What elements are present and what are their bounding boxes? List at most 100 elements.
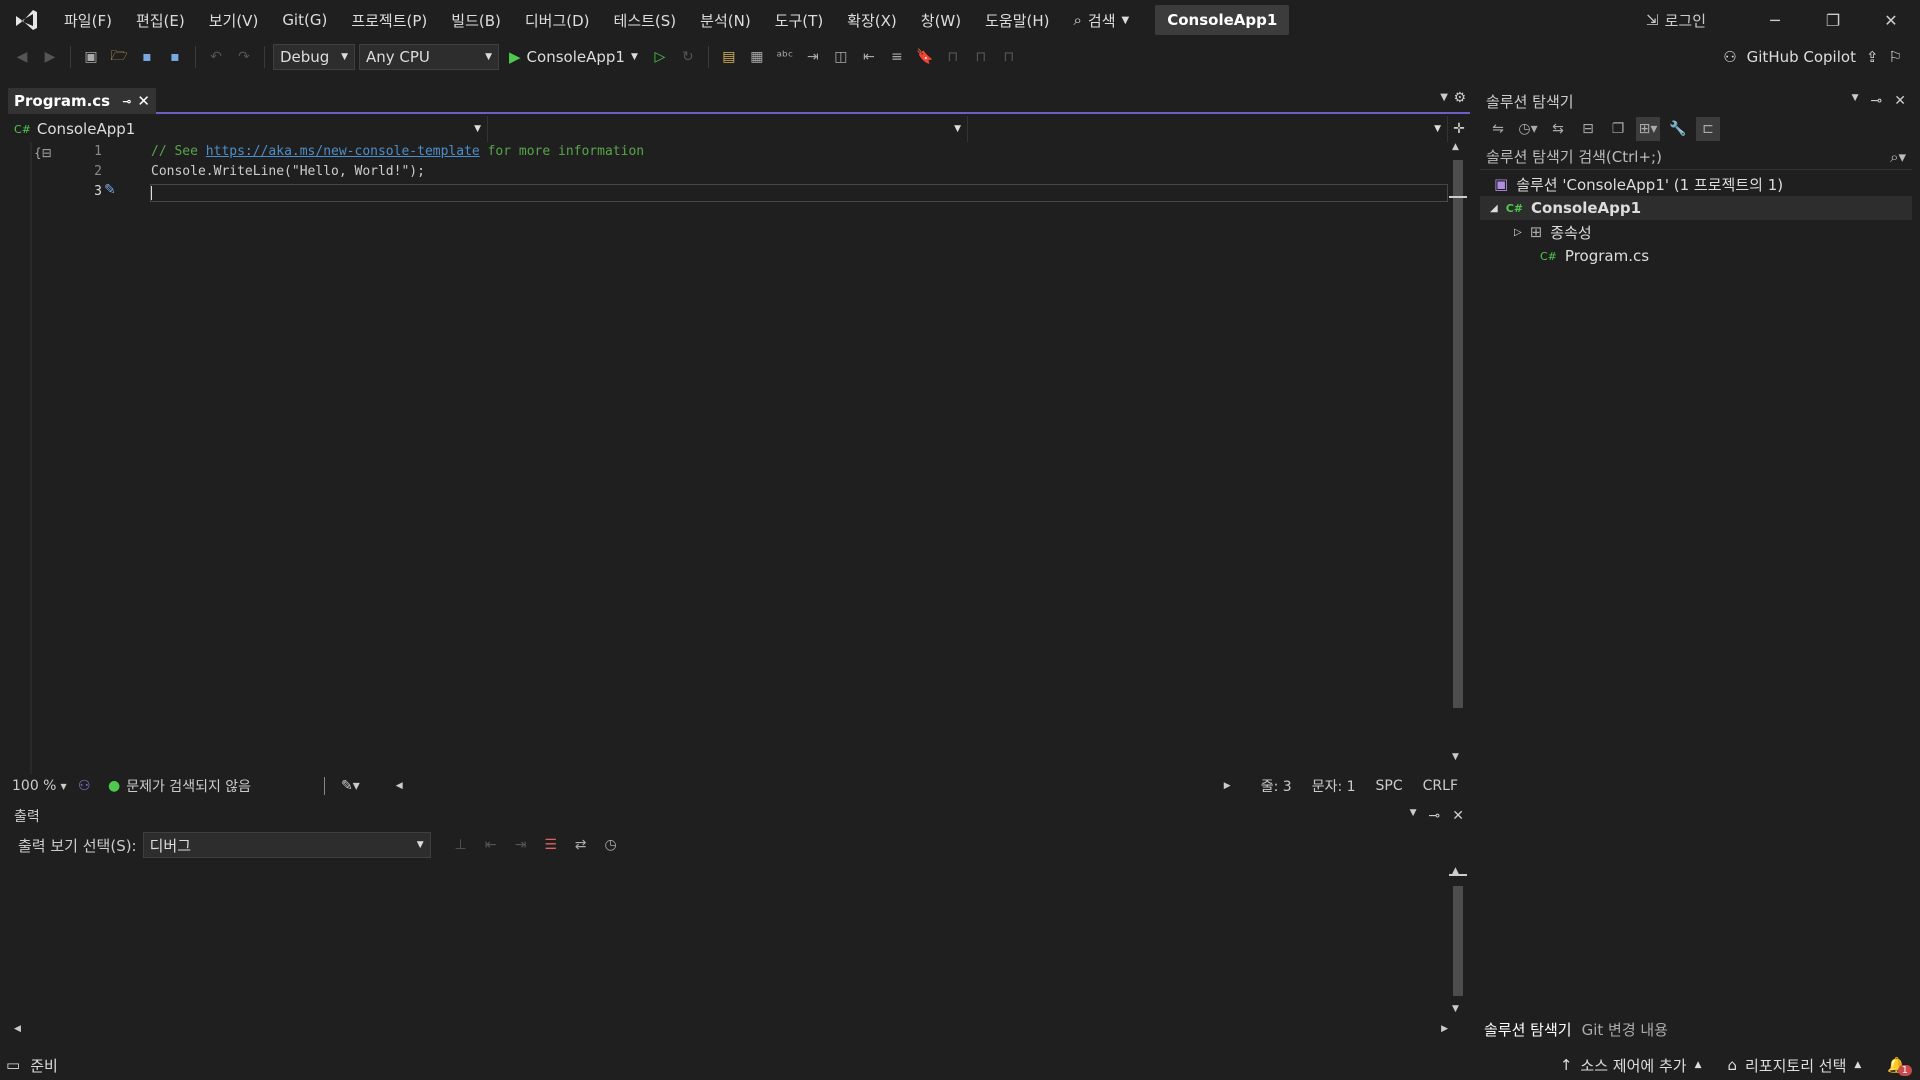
minimize-button[interactable]: ─ [1746,0,1804,40]
step-icon[interactable]: ⇥ [801,45,825,69]
split-icon[interactable]: ✛ [1448,116,1470,142]
type-navigation-select[interactable]: ▼ [488,116,968,142]
menu-item[interactable]: 창(W) [909,0,973,40]
word-wrap-icon[interactable]: ⇄ [569,833,593,857]
output-vertical-scrollbar[interactable]: ▲ ▼ [1449,864,1467,1022]
scroll-right-icon[interactable]: ▶ [1441,1024,1448,1034]
tab-list-icon[interactable]: ▼ [1440,92,1448,103]
scroll-thumb[interactable] [1453,160,1463,708]
tree-item-program-cs[interactable]: C# Program.cs [1480,244,1912,268]
code-editor[interactable]: {⊟ 1 // See https://aka.ms/new-console-t… [8,142,1448,774]
code-cleanup-icon[interactable]: ✎▾ [341,778,360,794]
menu-item[interactable]: Git(G) [270,0,339,40]
scroll-up-icon[interactable]: ▲ [1452,866,1459,876]
open-folder-icon[interactable]: 🗁 [107,45,131,69]
copilot-status-icon[interactable]: ⚇ [78,778,108,794]
char-indicator[interactable]: 문자: 1 [1312,776,1356,796]
configuration-select[interactable]: Debug ▼ [273,44,355,70]
line-indicator[interactable]: 줄: 3 [1261,776,1292,796]
indent-icon[interactable]: ⇤ [857,45,881,69]
restore-button[interactable]: ❐ [1804,0,1862,40]
menu-item[interactable]: 분석(N) [688,0,763,40]
menu-item[interactable]: 확장(X) [835,0,909,40]
collapsed-arrow-icon[interactable]: ▷ [1514,227,1522,238]
forward-icon[interactable]: ▶ [38,45,62,69]
comment-icon[interactable]: ≡ [885,45,909,69]
tree-item-project[interactable]: ◢ C# ConsoleApp1 [1480,196,1912,220]
member-navigation-select[interactable]: ▼ [968,116,1448,142]
close-tab-icon[interactable]: ✕ [137,92,150,110]
zoom-select[interactable]: 100 % ▼ [8,778,78,794]
pin-icon[interactable]: ⊸ [1429,808,1441,824]
menu-item[interactable]: 도움말(H) [973,0,1061,40]
tree-item-solution[interactable]: ▣ 솔루션 'ConsoleApp1' (1 프로젝트의 1) [1480,172,1912,196]
output-horizontal-scrollbar[interactable]: ◀ ▶ [8,1022,1448,1040]
menu-item[interactable]: 프로젝트(P) [339,0,439,40]
share-icon[interactable]: ⇪ [1866,48,1879,66]
clear-all-icon[interactable]: ☰ [539,833,563,857]
preview-icon[interactable]: ⊏ [1696,117,1720,141]
scroll-right-icon[interactable]: ▶ [1224,781,1231,791]
scroll-down-icon[interactable]: ▼ [1452,1004,1459,1014]
hot-reload-icon[interactable]: ↻ [676,45,700,69]
add-to-source-control-button[interactable]: ↑ 소스 제어에 추가 ▲ [1560,1055,1702,1076]
prev-bookmark-icon[interactable]: ⊓ [941,45,965,69]
undo-icon[interactable]: ↶ [204,45,228,69]
show-all-files-icon[interactable]: ❐ [1606,117,1630,141]
output-window-icon[interactable]: ▭ [6,1056,20,1074]
pending-changes-icon[interactable]: ◷▾ [1516,117,1540,141]
layout-icon[interactable]: ▦ [745,45,769,69]
login-button[interactable]: ⇲ 로그인 [1646,10,1746,31]
redo-icon[interactable]: ↷ [232,45,256,69]
spellcheck-icon[interactable]: ᵃᵇᶜ [773,45,797,69]
solution-name-badge[interactable]: ConsoleApp1 [1155,5,1290,35]
clear-bookmarks-icon[interactable]: ⊓ [997,45,1021,69]
pin-icon[interactable]: ⊸ [122,95,131,108]
back-icon[interactable]: ◀ [10,45,34,69]
prev-message-icon[interactable]: ⇤ [479,833,503,857]
notifications-button[interactable]: 🔔 1 [1887,1056,1912,1076]
scroll-down-icon[interactable]: ▼ [1452,752,1459,762]
settings-gear-icon[interactable]: ⚙ [1453,90,1466,106]
menu-item[interactable]: 도구(T) [763,0,835,40]
menu-item[interactable]: 파일(F) [52,0,124,40]
menu-item[interactable]: 디버그(D) [513,0,602,40]
project-navigation-select[interactable]: C# ConsoleApp1 ▼ [8,116,488,142]
menu-item[interactable]: 보기(V) [197,0,271,40]
timestamp-icon[interactable]: ◷ [599,833,623,857]
next-message-icon[interactable]: ⇥ [509,833,533,857]
line-ending-indicator[interactable]: CRLF [1423,778,1458,794]
switch-views-icon[interactable]: ⇋ [1486,117,1510,141]
select-repository-button[interactable]: ⌂ 리포지토리 선택 ▲ [1727,1055,1861,1076]
sync-active-document-icon[interactable]: ⇆ [1546,117,1570,141]
scroll-thumb[interactable] [1453,886,1463,996]
expanded-arrow-icon[interactable]: ◢ [1490,203,1498,214]
filter-icon[interactable]: ⊞▾ [1636,117,1660,141]
tree-item-dependencies[interactable]: ▷ ⊞ 종속성 [1480,220,1912,244]
start-without-debugging-icon[interactable]: ▷ [648,45,672,69]
pin-icon[interactable]: ⊸ [1871,93,1883,109]
menu-item[interactable]: 편집(E) [124,0,197,40]
scroll-left-icon[interactable]: ◀ [14,1024,21,1034]
menu-item[interactable]: 빌드(B) [439,0,513,40]
find-message-icon[interactable]: ⊥ [449,833,473,857]
search-button[interactable]: ⌕ 검색 ▼ [1062,10,1142,31]
scroll-left-icon[interactable]: ◀ [396,781,403,791]
chevron-down-icon[interactable]: ▼ [1852,93,1859,109]
whitespace-indicator[interactable]: SPC [1376,778,1403,794]
template-link[interactable]: https://aka.ms/new-console-template [206,144,480,159]
platform-select[interactable]: Any CPU ▼ [359,44,499,70]
feedback-icon[interactable]: ⚐ [1889,48,1902,66]
close-panel-icon[interactable]: ✕ [1894,93,1906,109]
menu-item[interactable]: 테스트(S) [602,0,689,40]
compare-icon[interactable]: ◫ [829,45,853,69]
tab-solution-explorer[interactable]: 솔루션 탐색기 [1484,1019,1572,1040]
tab-git-changes[interactable]: Git 변경 내용 [1582,1019,1668,1040]
close-panel-icon[interactable]: ✕ [1452,808,1464,824]
start-debugging-button[interactable]: ▶ ConsoleApp1 ▼ [503,48,644,66]
quick-actions-brush-icon[interactable]: ✎ [104,182,116,198]
properties-wrench-icon[interactable]: 🔧 [1666,117,1690,141]
new-project-icon[interactable]: ▣ [79,45,103,69]
scroll-up-icon[interactable]: ▲ [1452,142,1459,152]
tab-program-cs[interactable]: Program.cs ⊸ ✕ [8,88,156,114]
